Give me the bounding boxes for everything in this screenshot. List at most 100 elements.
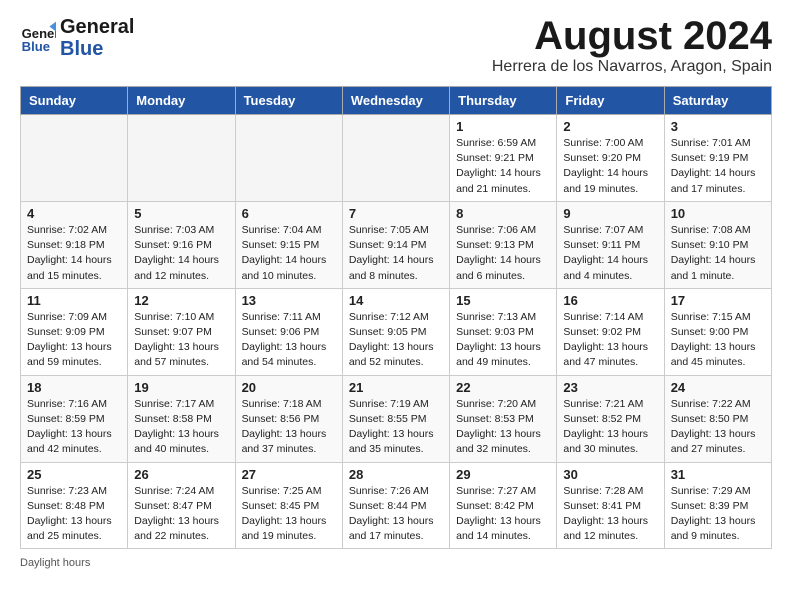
day-number: 13 — [242, 293, 336, 308]
col-thursday: Thursday — [450, 87, 557, 115]
day-number: 21 — [349, 380, 443, 395]
table-row: 15 Sunrise: 7:13 AMSunset: 9:03 PMDayligh… — [450, 288, 557, 375]
day-number: 18 — [27, 380, 121, 395]
day-number: 1 — [456, 119, 550, 134]
table-row: 9 Sunrise: 7:07 AMSunset: 9:11 PMDaylight… — [557, 201, 664, 288]
day-number: 2 — [563, 119, 657, 134]
day-info: Sunrise: 7:20 AMSunset: 8:53 PMDaylight:… — [456, 397, 550, 458]
day-info: Sunrise: 7:12 AMSunset: 9:05 PMDaylight:… — [349, 310, 443, 371]
month-title: August 2024 — [492, 16, 772, 56]
logo-icon: General Blue — [20, 20, 56, 56]
day-number: 26 — [134, 467, 228, 482]
day-info: Sunrise: 7:26 AMSunset: 8:44 PMDaylight:… — [349, 484, 443, 545]
day-number: 30 — [563, 467, 657, 482]
day-number: 17 — [671, 293, 765, 308]
table-row: 22Sunrise: 7:20 AMSunset: 8:53 PMDayligh… — [450, 375, 557, 462]
day-number: 15 — [456, 293, 550, 308]
day-info: Sunrise: 7:09 AMSunset: 9:09 PMDaylight:… — [27, 310, 121, 371]
day-info: Sunrise: 7:13 AMSunset: 9:03 PMDaylight:… — [456, 310, 550, 371]
day-number: 6 — [242, 206, 336, 221]
calendar-table: Sunday Monday Tuesday Wednesday Thursday… — [20, 86, 772, 549]
day-number: 19 — [134, 380, 228, 395]
col-sunday: Sunday — [21, 87, 128, 115]
daylight-hours-label: Daylight hours — [20, 557, 90, 569]
day-number: 24 — [671, 380, 765, 395]
day-info: Sunrise: 7:17 AMSunset: 8:58 PMDaylight:… — [134, 397, 228, 458]
day-info: Sunrise: 7:06 AMSunset: 9:13 PMDaylight:… — [456, 223, 550, 284]
day-info: Sunrise: 7:28 AMSunset: 8:41 PMDaylight:… — [563, 484, 657, 545]
legend: Daylight hours — [20, 557, 772, 569]
table-row: 16Sunrise: 7:14 AMSunset: 9:02 PMDayligh… — [557, 288, 664, 375]
day-number: 16 — [563, 293, 657, 308]
day-info: Sunrise: 7:25 AMSunset: 8:45 PMDaylight:… — [242, 484, 336, 545]
day-info: Sunrise: 7:04 AMSunset: 9:15 PMDaylight:… — [242, 223, 336, 284]
day-info: Sunrise: 7:11 AMSunset: 9:06 PMDaylight:… — [242, 310, 336, 371]
title-section: August 2024 Herrera de los Navarros, Ara… — [492, 16, 772, 76]
day-info: Sunrise: 7:22 AMSunset: 8:50 PMDaylight:… — [671, 397, 765, 458]
table-row: 21Sunrise: 7:19 AMSunset: 8:55 PMDayligh… — [342, 375, 449, 462]
table-row: 10Sunrise: 7:08 AMSunset: 9:10 PMDayligh… — [664, 201, 771, 288]
day-number: 27 — [242, 467, 336, 482]
calendar-week-3: 11 Sunrise: 7:09 AMSunset: 9:09 PMDayligh… — [21, 288, 772, 375]
day-number: 9 — [563, 206, 657, 221]
day-number: 20 — [242, 380, 336, 395]
day-info: Sunrise: 7:24 AMSunset: 8:47 PMDaylight:… — [134, 484, 228, 545]
table-row: 13 Sunrise: 7:11 AMSunset: 9:06 PMDayligh… — [235, 288, 342, 375]
day-info: Sunrise: 7:10 AMSunset: 9:07 PMDaylight:… — [134, 310, 228, 371]
day-number: 29 — [456, 467, 550, 482]
logo-blue-text: Blue — [60, 38, 134, 60]
day-number: 11 — [27, 293, 121, 308]
day-info: Sunrise: 7:07 AMSunset: 9:11 PMDaylight:… — [563, 223, 657, 284]
table-row: 25Sunrise: 7:23 AMSunset: 8:48 PMDayligh… — [21, 462, 128, 549]
table-row: 23 Sunrise: 7:21 AMSunset: 8:52 PMDayligh… — [557, 375, 664, 462]
table-row: 1 Sunrise: 6:59 AMSunset: 9:21 PMDaylight… — [450, 115, 557, 202]
table-row — [342, 115, 449, 202]
table-row: 11 Sunrise: 7:09 AMSunset: 9:09 PMDayligh… — [21, 288, 128, 375]
day-number: 10 — [671, 206, 765, 221]
table-row: 17Sunrise: 7:15 AMSunset: 9:00 PMDayligh… — [664, 288, 771, 375]
calendar-week-1: 1 Sunrise: 6:59 AMSunset: 9:21 PMDaylight… — [21, 115, 772, 202]
col-tuesday: Tuesday — [235, 87, 342, 115]
logo-general-text: General — [60, 16, 134, 38]
day-info: Sunrise: 6:59 AMSunset: 9:21 PMDaylight:… — [456, 136, 550, 197]
day-info: Sunrise: 7:02 AMSunset: 9:18 PMDaylight:… — [27, 223, 121, 284]
table-row: 14Sunrise: 7:12 AMSunset: 9:05 PMDayligh… — [342, 288, 449, 375]
svg-text:Blue: Blue — [22, 39, 50, 54]
day-info: Sunrise: 7:00 AMSunset: 9:20 PMDaylight:… — [563, 136, 657, 197]
table-row: 4 Sunrise: 7:02 AMSunset: 9:18 PMDaylight… — [21, 201, 128, 288]
day-info: Sunrise: 7:05 AMSunset: 9:14 PMDaylight:… — [349, 223, 443, 284]
day-number: 8 — [456, 206, 550, 221]
table-row: 31Sunrise: 7:29 AMSunset: 8:39 PMDayligh… — [664, 462, 771, 549]
table-row: 20 Sunrise: 7:18 AMSunset: 8:56 PMDayligh… — [235, 375, 342, 462]
day-number: 3 — [671, 119, 765, 134]
day-number: 7 — [349, 206, 443, 221]
calendar-week-5: 25Sunrise: 7:23 AMSunset: 8:48 PMDayligh… — [21, 462, 772, 549]
table-row: 29Sunrise: 7:27 AMSunset: 8:42 PMDayligh… — [450, 462, 557, 549]
calendar-header-row: Sunday Monday Tuesday Wednesday Thursday… — [21, 87, 772, 115]
calendar-week-4: 18 Sunrise: 7:16 AMSunset: 8:59 PMDayligh… — [21, 375, 772, 462]
table-row: 5 Sunrise: 7:03 AMSunset: 9:16 PMDaylight… — [128, 201, 235, 288]
page-container: General Blue General Blue August 2024 He… — [0, 0, 792, 585]
col-saturday: Saturday — [664, 87, 771, 115]
day-number: 25 — [27, 467, 121, 482]
day-info: Sunrise: 7:16 AMSunset: 8:59 PMDaylight:… — [27, 397, 121, 458]
logo: General Blue General Blue — [20, 16, 134, 60]
day-number: 5 — [134, 206, 228, 221]
table-row: 6 Sunrise: 7:04 AMSunset: 9:15 PMDaylight… — [235, 201, 342, 288]
table-row: 28 Sunrise: 7:26 AMSunset: 8:44 PMDayligh… — [342, 462, 449, 549]
table-row: 27 Sunrise: 7:25 AMSunset: 8:45 PMDayligh… — [235, 462, 342, 549]
day-number: 4 — [27, 206, 121, 221]
table-row — [235, 115, 342, 202]
col-wednesday: Wednesday — [342, 87, 449, 115]
table-row — [21, 115, 128, 202]
day-number: 23 — [563, 380, 657, 395]
location-text: Herrera de los Navarros, Aragon, Spain — [492, 58, 772, 76]
day-info: Sunrise: 7:03 AMSunset: 9:16 PMDaylight:… — [134, 223, 228, 284]
day-info: Sunrise: 7:18 AMSunset: 8:56 PMDaylight:… — [242, 397, 336, 458]
table-row: 18 Sunrise: 7:16 AMSunset: 8:59 PMDayligh… — [21, 375, 128, 462]
day-number: 28 — [349, 467, 443, 482]
col-monday: Monday — [128, 87, 235, 115]
table-row: 7 Sunrise: 7:05 AMSunset: 9:14 PMDaylight… — [342, 201, 449, 288]
day-info: Sunrise: 7:21 AMSunset: 8:52 PMDaylight:… — [563, 397, 657, 458]
day-number: 31 — [671, 467, 765, 482]
